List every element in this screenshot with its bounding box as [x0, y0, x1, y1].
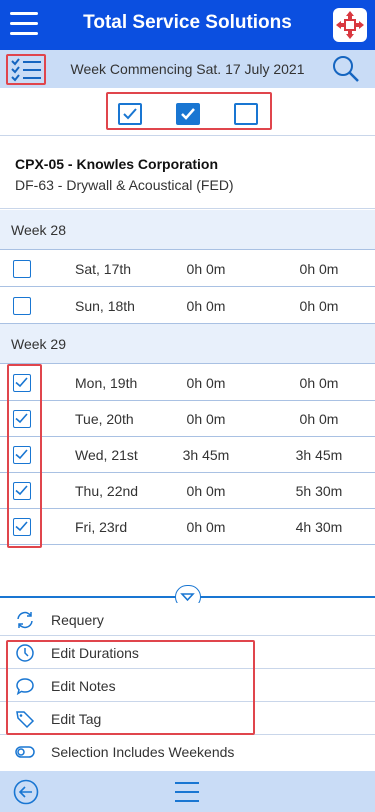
- week-bar: Week Commencing Sat. 17 July 2021: [0, 50, 375, 88]
- footer-bar: [0, 771, 375, 812]
- job-info: CPX-05 - Knowles Corporation DF-63 - Dry…: [0, 137, 375, 209]
- select-none-checkbox[interactable]: [234, 103, 258, 125]
- day-total: 0h 0m: [299, 411, 339, 427]
- footer-menu-icon[interactable]: [173, 780, 201, 804]
- app-logo-icon[interactable]: [333, 8, 367, 42]
- edit-tag-label: Edit Tag: [51, 711, 102, 727]
- tag-icon: [15, 709, 35, 729]
- day-label: Sat, 17th: [75, 261, 132, 277]
- day-checkbox[interactable]: [13, 410, 31, 428]
- requery-label: Requery: [51, 612, 104, 628]
- day-row[interactable]: Wed, 21st 3h 45m 3h 45m: [0, 437, 375, 473]
- day-checkbox[interactable]: [13, 482, 31, 500]
- clock-icon: [15, 643, 35, 663]
- week-title: Week Commencing Sat. 17 July 2021: [70, 61, 305, 77]
- day-checkbox[interactable]: [13, 260, 31, 278]
- app-title: Total Service Solutions: [83, 12, 292, 33]
- day-label: Sun, 18th: [75, 298, 135, 314]
- day-label: Wed, 21st: [75, 447, 138, 463]
- day-total: 0h 0m: [299, 298, 339, 314]
- day-checkbox[interactable]: [13, 297, 31, 315]
- selection-mode-group: [106, 92, 272, 130]
- day-row[interactable]: Mon, 19th 0h 0m 0h 0m: [0, 365, 375, 401]
- edit-durations-label: Edit Durations: [51, 645, 139, 661]
- edit-notes-button[interactable]: Edit Notes: [0, 669, 375, 702]
- day-total: 3h 45m: [295, 447, 343, 463]
- day-label: Thu, 22nd: [75, 483, 139, 499]
- day-total: 4h 30m: [295, 519, 343, 535]
- day-checkbox[interactable]: [13, 518, 31, 536]
- day-checkbox[interactable]: [13, 374, 31, 392]
- day-row[interactable]: Sat, 17th 0h 0m 0h 0m: [0, 251, 375, 287]
- week-header: Week 28: [0, 210, 375, 250]
- week-label: Week 28: [11, 222, 66, 238]
- day-row[interactable]: Tue, 20th 0h 0m 0h 0m: [0, 401, 375, 437]
- day-duration: 0h 0m: [186, 261, 226, 277]
- week-label: Week 29: [11, 336, 66, 352]
- day-duration: 0h 0m: [186, 483, 226, 499]
- day-duration: 0h 0m: [186, 375, 226, 391]
- job-subtitle: DF-63 - Drywall & Acoustical (FED): [15, 177, 234, 193]
- edit-tag-button[interactable]: Edit Tag: [0, 702, 375, 735]
- day-duration: 0h 0m: [186, 411, 226, 427]
- day-total: 5h 30m: [295, 483, 343, 499]
- day-row[interactable]: Sun, 18th 0h 0m 0h 0m: [0, 288, 375, 324]
- requery-button[interactable]: Requery: [0, 603, 375, 636]
- day-label: Tue, 20th: [75, 411, 134, 427]
- day-row[interactable]: Thu, 22nd 0h 0m 5h 30m: [0, 473, 375, 509]
- toggle-icon: [15, 742, 35, 762]
- day-duration: 3h 45m: [182, 447, 230, 463]
- day-label: Fri, 23rd: [75, 519, 128, 535]
- search-icon[interactable]: [331, 55, 361, 83]
- day-duration: 0h 0m: [186, 519, 226, 535]
- select-all-checkbox[interactable]: [176, 103, 200, 125]
- selection-bar: [0, 88, 375, 136]
- day-total: 0h 0m: [299, 375, 339, 391]
- week-header: Week 29: [0, 324, 375, 364]
- edit-notes-label: Edit Notes: [51, 678, 116, 694]
- refresh-icon: [15, 610, 35, 630]
- speech-bubble-icon: [15, 676, 35, 696]
- day-total: 0h 0m: [299, 261, 339, 277]
- day-duration: 0h 0m: [186, 298, 226, 314]
- back-arrow-icon[interactable]: [12, 779, 40, 805]
- selection-weekends-toggle[interactable]: Selection Includes Weekends: [0, 735, 375, 768]
- app-header: Total Service Solutions: [0, 0, 375, 50]
- day-checkbox[interactable]: [13, 446, 31, 464]
- edit-durations-button[interactable]: Edit Durations: [0, 636, 375, 669]
- select-partial-checkbox[interactable]: [118, 103, 142, 125]
- job-code: CPX-05 - Knowles Corporation: [15, 156, 219, 172]
- selection-weekends-label: Selection Includes Weekends: [51, 744, 235, 760]
- day-row[interactable]: Fri, 23rd 0h 0m 4h 30m: [0, 509, 375, 545]
- day-label: Mon, 19th: [75, 375, 138, 391]
